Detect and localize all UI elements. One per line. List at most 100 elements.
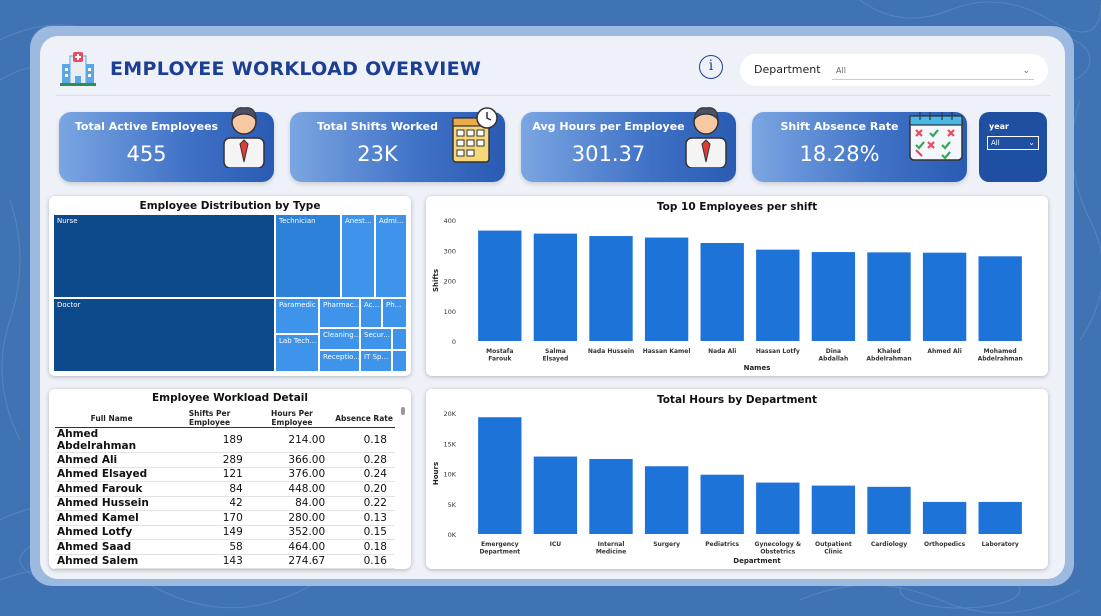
- bar[interactable]: [533, 456, 578, 534]
- x-tick-label: Internal: [598, 541, 625, 548]
- chart-title: Total Hours by Department: [657, 394, 817, 406]
- y-tick-label: 15K: [443, 440, 456, 448]
- table-row[interactable]: Ahmed Kamel 170 280.00 0.13: [55, 510, 395, 526]
- department-filter-label: Department: [754, 63, 821, 76]
- column-header[interactable]: Absence Rate: [333, 409, 395, 428]
- x-tick-label: Salma: [545, 348, 566, 355]
- cell-value: 0.16: [333, 554, 395, 569]
- treemap-cell[interactable]: Secur...: [360, 328, 392, 350]
- year-select[interactable]: All ⌄: [987, 136, 1039, 150]
- treemap-cell[interactable]: Paramedic: [275, 298, 319, 334]
- treemap-label: Pharmac...: [323, 301, 360, 309]
- department-select[interactable]: All ⌄: [832, 64, 1034, 80]
- table-title: Employee Workload Detail: [152, 392, 308, 404]
- cell-name: Ahmed Salem: [55, 554, 169, 569]
- x-tick-label: ICU: [550, 541, 562, 548]
- treemap-cell[interactable]: Pharmac...: [319, 298, 360, 328]
- bar[interactable]: [811, 252, 856, 341]
- x-tick-label: Surgery: [653, 541, 680, 548]
- treemap-cell[interactable]: [392, 350, 407, 372]
- table-row[interactable]: Ahmed Farouk 84 448.00 0.20: [55, 481, 395, 497]
- chevron-down-icon[interactable]: ⌄: [1022, 64, 1030, 78]
- x-tick-label: Nada Ali: [708, 348, 736, 355]
- bar[interactable]: [700, 474, 744, 534]
- y-tick-label: 0K: [448, 531, 457, 539]
- employee-icon: [223, 107, 265, 168]
- bar[interactable]: [478, 230, 522, 341]
- treemap-title: Employee Distribution by Type: [139, 200, 321, 212]
- cell-value: 0.18: [333, 427, 395, 453]
- x-tick-label: Pediatrics: [705, 541, 739, 548]
- bar[interactable]: [644, 237, 689, 341]
- top10-chart-panel: Top 10 Employees per shift 0 100 200 300 400 S…: [426, 196, 1048, 376]
- chevron-down-icon[interactable]: ⌄: [1028, 137, 1035, 149]
- column-header[interactable]: Hours Per Employee: [251, 409, 333, 428]
- x-tick-label: Abdelrahman: [978, 356, 1023, 363]
- treemap-cell[interactable]: Admi...: [375, 214, 407, 298]
- treemap-cell[interactable]: [392, 328, 407, 350]
- table-row[interactable]: Ahmed Saad 58 464.00 0.18: [55, 539, 395, 555]
- cell-value: 0.00: [250, 568, 334, 569]
- scrollbar[interactable]: [401, 407, 405, 415]
- x-tick-label: Khaled: [877, 348, 900, 355]
- y-axis-label: Hours: [432, 462, 440, 485]
- table-row[interactable]: Ahmed Abdelrahman 189 214.00 0.18: [55, 427, 395, 453]
- y-axis-label: Shifts: [432, 269, 440, 292]
- bar[interactable]: [867, 252, 911, 341]
- treemap-label: Cleaning...: [323, 331, 360, 339]
- bar[interactable]: [700, 242, 744, 341]
- x-tick-label: Emergency: [481, 541, 519, 548]
- table-row[interactable]: Ahmed Lotfy 149 352.00 0.15: [55, 525, 395, 540]
- cell-value: 0.32: [333, 568, 395, 569]
- treemap-cell[interactable]: IT Sp...: [360, 350, 392, 372]
- info-icon[interactable]: i: [699, 55, 723, 79]
- table-row[interactable]: Ahmed Elsayed 121 376.00 0.24: [55, 467, 395, 482]
- bar[interactable]: [978, 501, 1022, 534]
- bar[interactable]: [478, 417, 522, 534]
- treemap-cell[interactable]: Cleaning...: [319, 328, 360, 350]
- table-row[interactable]: Ashraf Galal00.000.32: [55, 568, 395, 569]
- cell-value: 289: [168, 452, 251, 468]
- x-tick-label: Laboratory: [982, 541, 1019, 548]
- bar[interactable]: [756, 249, 800, 341]
- treemap-cell[interactable]: Anest...: [341, 214, 375, 298]
- cell-value: 274.67: [250, 554, 334, 569]
- bar[interactable]: [756, 482, 800, 534]
- kpi-label: Total Active Employees: [74, 120, 219, 133]
- treemap-cell[interactable]: Ph...: [382, 298, 407, 328]
- treemap-cell[interactable]: Doctor: [53, 298, 275, 372]
- treemap-cell[interactable]: Receptio...: [319, 350, 360, 372]
- treemap-cell[interactable]: Nurse: [53, 214, 275, 298]
- kpi-label: Avg Hours per Employee: [532, 120, 685, 133]
- treemap-cell[interactable]: Technician: [275, 214, 341, 298]
- treemap-cell[interactable]: Lab Tech...: [275, 334, 319, 372]
- cell-value: 352.00: [250, 525, 334, 540]
- bar[interactable]: [533, 233, 578, 341]
- table-row[interactable]: Ahmed Ali 289 366.00 0.28: [55, 452, 395, 468]
- bar[interactable]: [978, 256, 1022, 341]
- table-row[interactable]: Ahmed Salem 143 274.67 0.16: [55, 554, 395, 569]
- x-tick-label: Abdelrahman: [866, 356, 911, 363]
- column-header[interactable]: Shifts Per Employee: [168, 409, 250, 428]
- treemap-label: Receptio...: [323, 353, 360, 361]
- y-tick-label: 300: [444, 247, 456, 255]
- department-filter[interactable]: Department All ⌄: [740, 54, 1048, 86]
- treemap-panel: Employee Distribution by Type Nurse Doct…: [49, 196, 411, 376]
- bar[interactable]: [922, 501, 967, 534]
- bar[interactable]: [811, 485, 856, 534]
- bar[interactable]: [922, 252, 967, 341]
- bar[interactable]: [867, 486, 911, 534]
- bar[interactable]: [644, 466, 689, 534]
- table-row[interactable]: Ahmed Hussein 42 84.00 0.22: [55, 496, 395, 511]
- bar[interactable]: [589, 458, 633, 534]
- cell-value: 0.28: [333, 452, 395, 468]
- year-filter[interactable]: year All ⌄: [979, 112, 1047, 182]
- bar[interactable]: [589, 236, 633, 341]
- treemap-cell[interactable]: Ac...: [360, 298, 382, 328]
- cell-value: 280.00: [250, 510, 334, 526]
- x-tick-label: Mostafa: [486, 348, 513, 355]
- page-title: EMPLOYEE WORKLOAD OVERVIEW: [110, 58, 482, 80]
- column-header[interactable]: Full Name: [55, 409, 168, 428]
- cell-value: 189: [168, 427, 251, 453]
- y-tick-label: 100: [444, 308, 456, 316]
